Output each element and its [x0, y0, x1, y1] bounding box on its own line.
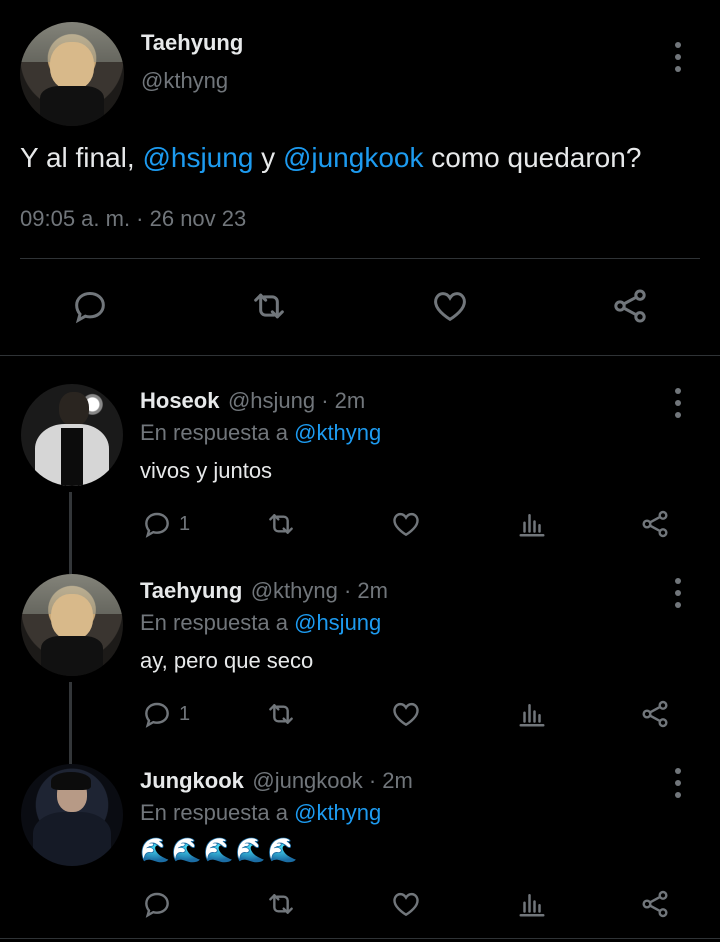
mention-link[interactable]: @jungkook [283, 142, 424, 173]
views-icon[interactable] [517, 508, 547, 540]
mention-link[interactable]: @kthyng [294, 800, 381, 825]
mention-link[interactable]: @hsjung [294, 610, 381, 635]
author-handle[interactable]: @kthyng [141, 68, 228, 94]
share-icon[interactable] [638, 698, 672, 730]
more-icon[interactable] [668, 42, 688, 72]
avatar[interactable] [21, 764, 123, 866]
tweet-text: Y al final, @hsjung y @jungkook como que… [20, 142, 641, 174]
reply-context-label: En respuesta a [140, 420, 295, 445]
reply-context: En respuesta a @hsjung [140, 610, 381, 636]
more-icon[interactable] [668, 578, 688, 608]
reply-text: ay, pero que seco [140, 648, 314, 673]
reply-text: vivos y juntos [140, 458, 273, 483]
like-icon[interactable] [429, 286, 471, 326]
views-icon[interactable] [517, 698, 547, 730]
divider [0, 355, 720, 356]
author-name[interactable]: Taehyung [141, 30, 243, 56]
author-handle-time[interactable]: @hsjung · 2m [228, 388, 365, 413]
reply-icon[interactable] [141, 888, 179, 920]
views-icon[interactable] [517, 888, 547, 920]
mention-link[interactable]: @kthyng [294, 420, 381, 445]
retweet-icon[interactable] [263, 888, 299, 920]
more-icon[interactable] [668, 388, 688, 418]
like-icon[interactable] [389, 888, 423, 920]
share-icon[interactable] [609, 286, 651, 326]
like-icon[interactable] [389, 698, 423, 730]
more-icon[interactable] [668, 768, 688, 798]
reply-count: 1 [179, 512, 191, 535]
thread-line [69, 492, 72, 574]
reply-context-label: En respuesta a [140, 800, 295, 825]
reply-icon[interactable] [70, 286, 110, 326]
mention-link[interactable]: @hsjung [142, 142, 253, 173]
avatar[interactable] [21, 574, 123, 676]
reply-context-label: En respuesta a [140, 610, 295, 635]
author-name[interactable]: Taehyung [140, 578, 242, 603]
author-name[interactable]: Hoseok [140, 388, 219, 413]
like-icon[interactable] [389, 508, 423, 540]
avatar[interactable] [20, 22, 124, 126]
tweet-text-suffix: como quedaron? [423, 142, 642, 173]
tweet-text-prefix: Y al final, [20, 142, 143, 173]
author-handle-time[interactable]: @kthyng · 2m [251, 578, 388, 603]
retweet-icon[interactable] [263, 508, 299, 540]
reply-header: Taehyung @kthyng · 2m [140, 578, 388, 604]
tweet-text-mid: y [253, 142, 283, 173]
reply-text: 🌊🌊🌊🌊🌊 [140, 837, 300, 864]
thread-line [69, 682, 72, 764]
share-icon[interactable] [638, 508, 672, 540]
avatar[interactable] [21, 384, 123, 486]
retweet-icon[interactable] [263, 698, 299, 730]
reply-header: Hoseok @hsjung · 2m [140, 388, 365, 414]
divider [0, 938, 720, 939]
reply-icon[interactable]: 1 [141, 698, 190, 730]
share-icon[interactable] [638, 888, 672, 920]
reply-icon[interactable]: 1 [141, 508, 190, 540]
reply-header: Jungkook @jungkook · 2m [140, 768, 413, 794]
reply-count: 1 [179, 702, 191, 725]
divider [20, 258, 700, 259]
author-name[interactable]: Jungkook [140, 768, 244, 793]
timestamp[interactable]: 09:05 a. m. · 26 nov 23 [20, 206, 246, 232]
reply-context: En respuesta a @kthyng [140, 420, 381, 446]
author-handle-time[interactable]: @jungkook · 2m [252, 768, 413, 793]
reply-context: En respuesta a @kthyng [140, 800, 381, 826]
retweet-icon[interactable] [248, 286, 290, 326]
